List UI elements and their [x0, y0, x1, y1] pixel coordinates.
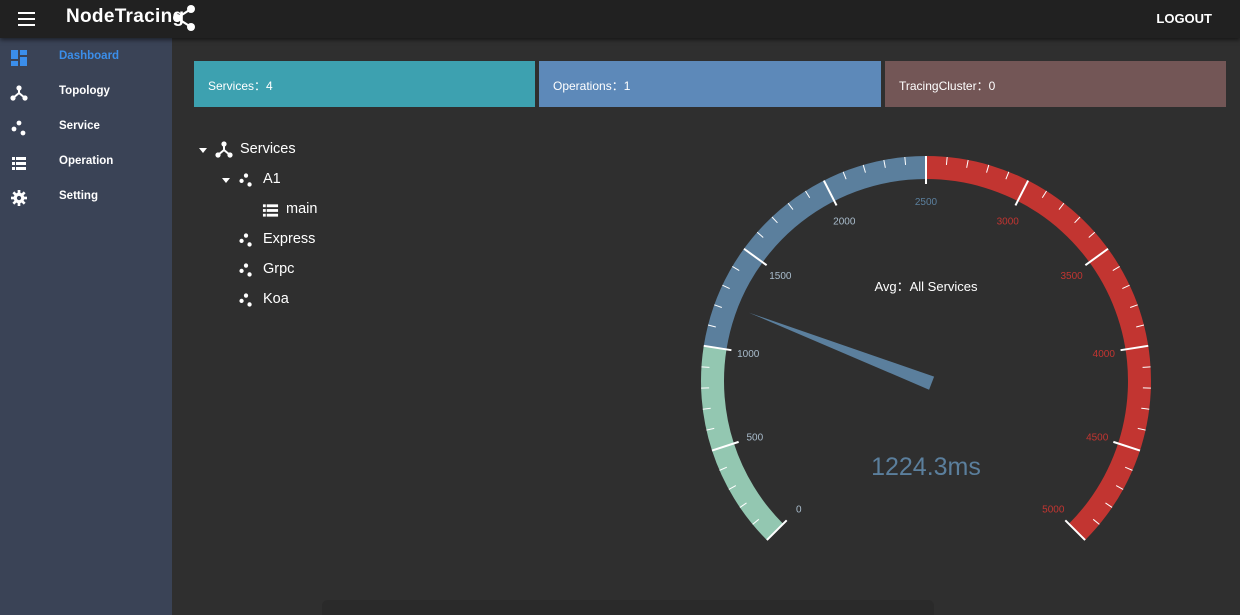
logout-button[interactable]: LOGOUT [1156, 11, 1212, 26]
gauge-band [701, 345, 784, 541]
gauge-tick-label: 2500 [915, 197, 938, 208]
gauge-band [926, 156, 1151, 541]
gauge-tick-label: 4000 [1093, 349, 1116, 360]
latency-gauge: 0 500 1000 1500 2000 2500 3000 3500 4000 4500 5000… [701, 156, 1151, 541]
share-icon [173, 5, 195, 31]
gauge-tick-label: 1000 [737, 349, 760, 360]
gauge-minor-tick [701, 366, 710, 368]
gauge-tick-label: 500 [746, 433, 763, 444]
gauge-band [703, 156, 926, 350]
gauge-tick-label: 5000 [1042, 504, 1065, 515]
gauge-tick-label: 2000 [833, 217, 856, 228]
bottom-panel [322, 600, 934, 615]
gauge-value: 1224.3ms [871, 453, 981, 481]
gauge-tick-label: 1500 [769, 271, 792, 282]
gauge-tick-label: 3000 [997, 217, 1020, 228]
gauge-title: Avg：All Services [874, 279, 978, 294]
gauge-ticks [701, 156, 1151, 541]
gauge-tick-label: 4500 [1086, 433, 1109, 444]
gauge-bands [701, 156, 1151, 541]
gauge-tick-label: 0 [796, 504, 802, 515]
gauge-minor-tick [1142, 366, 1151, 368]
app-title: NodeTracing [66, 6, 185, 27]
app-bar: NodeTracing LOGOUT [0, 0, 1240, 38]
gauge-pointer [748, 312, 935, 390]
gauge-tick-label: 3500 [1060, 271, 1083, 282]
menu-icon[interactable] [14, 9, 40, 29]
